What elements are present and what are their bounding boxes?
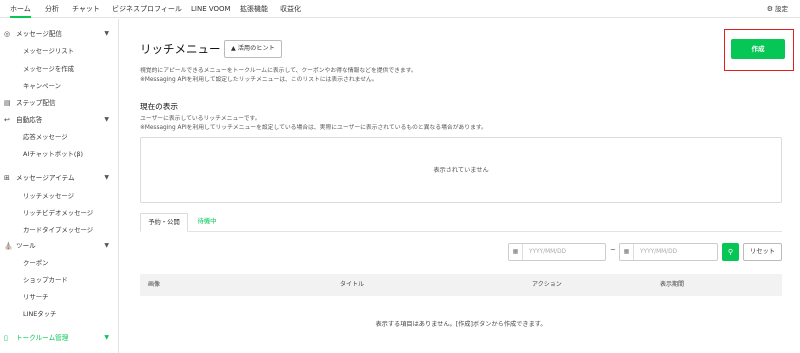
hint-button[interactable]: ▲ 活用のヒント	[224, 40, 282, 58]
settings-link[interactable]: ⚙ 設定	[767, 0, 788, 18]
sidebar-group-label: メッセージ配信	[16, 30, 63, 38]
tab-line-voom[interactable]: LINE VOOM	[191, 0, 231, 18]
search-button[interactable]: ⚲	[722, 243, 739, 261]
sidebar-item-shop-card[interactable]: ショップカード	[23, 273, 68, 287]
sidebar-group-step-delivery[interactable]: ▤ ステップ配信	[0, 96, 118, 110]
tab-extensions[interactable]: 拡張機能	[240, 0, 268, 18]
sidebar-group-message-delivery[interactable]: ◎ メッセージ配信 ▼	[0, 27, 118, 41]
reset-button[interactable]: リセット	[743, 243, 782, 261]
sidebar-item-campaign[interactable]: キャンペーン	[23, 79, 61, 93]
sidebar-group-message-items[interactable]: ⊞ メッセージアイテム ▼	[0, 171, 118, 185]
chevron-down-icon: ▼	[104, 334, 109, 341]
sidebar-item-research[interactable]: リサーチ	[23, 290, 49, 304]
tab-home[interactable]: ホーム	[10, 0, 31, 18]
reply-icon: ↩	[4, 116, 10, 124]
sidebar-item-reply-message[interactable]: 応答メッセージ	[23, 130, 68, 144]
sidebar-item-create-message[interactable]: メッセージを作成	[23, 62, 74, 76]
current-display-box: 表示されていません	[140, 137, 782, 203]
sidebar-group-label: ステップ配信	[16, 99, 56, 107]
step-chart-icon: ▤	[4, 99, 11, 107]
message-icon: ◎	[4, 30, 11, 38]
chevron-down-icon: ▼	[104, 30, 109, 37]
sidebar-item-card-type-message[interactable]: カードタイプメッセージ	[23, 223, 93, 237]
gear-icon: ⚙	[766, 5, 773, 13]
sidebar-item-ai-chatbot[interactable]: AIチャットボット(β)	[23, 147, 83, 161]
date-range-separator: ~	[610, 246, 616, 254]
tab-chat[interactable]: チャット	[72, 0, 100, 18]
column-header-display-period: 表示期間	[660, 281, 685, 288]
sidebar-group-label: メッセージアイテム	[16, 174, 75, 182]
sidebar-group-label: ツール	[16, 242, 36, 250]
section-description: ユーザーに表示しているリッチメニューです。	[140, 116, 261, 122]
search-icon: ⚲	[727, 248, 734, 256]
section-description-note: ※Messaging APIを利用してリッチメニューを設定している場合は、実際に…	[140, 125, 487, 131]
tab-scheduled-published[interactable]: 予約・公開	[140, 213, 188, 232]
sidebar-item-coupon[interactable]: クーポン	[23, 256, 49, 270]
page-description: 視覚的にアピールできるメニューをトークルームに表示して、クーポンやお得な情報など…	[140, 68, 417, 74]
sidebar-group-label: トークルーム管理	[16, 334, 69, 342]
tab-standby[interactable]: 待機中	[188, 213, 226, 232]
sidebar-group-auto-reply[interactable]: ↩ 自動応答 ▼	[0, 113, 118, 127]
date-from-input[interactable]: ▦ YYYY/MM/DD	[508, 243, 606, 261]
sidebar-item-rich-message[interactable]: リッチメッセージ	[23, 189, 74, 203]
date-to-placeholder: YYYY/MM/DD	[640, 249, 678, 255]
empty-state-text: 表示されていません	[433, 167, 489, 174]
section-title-current-display: 現在の表示	[140, 102, 178, 111]
date-to-input[interactable]: ▦ YYYY/MM/DD	[619, 243, 718, 261]
chat-room-icon: ▯	[4, 334, 8, 342]
page-description-note: ※Messaging APIを利用して設定したリッチメニューは、このリストには表…	[140, 77, 378, 83]
chevron-down-icon: ▼	[104, 242, 109, 249]
sidebar: ◎ メッセージ配信 ▼ メッセージリスト メッセージを作成 キャンペーン ▤ ス…	[0, 19, 119, 353]
tab-monetization[interactable]: 収益化	[280, 0, 301, 18]
table-empty-text: 表示する項目はありません。[作成]ボタンから作成できます。	[375, 321, 547, 328]
add-box-icon: ⊞	[4, 174, 10, 182]
column-header-title: タイトル	[340, 281, 365, 288]
calendar-icon: ▦	[620, 244, 634, 260]
create-button[interactable]: 作成	[731, 39, 785, 59]
tab-business-profile[interactable]: ビジネスプロフィール	[112, 0, 182, 18]
status-tabs: 予約・公開 待機中	[140, 213, 782, 232]
tab-analytics[interactable]: 分析	[45, 0, 59, 18]
hint-button-label: 活用のヒント	[237, 45, 275, 52]
chevron-down-icon: ▼	[104, 174, 109, 181]
sidebar-item-line-touch[interactable]: LINEタッチ	[23, 307, 56, 321]
date-from-placeholder: YYYY/MM/DD	[529, 249, 567, 255]
sidebar-item-message-list[interactable]: メッセージリスト	[23, 44, 74, 58]
create-button-highlight: 作成	[724, 29, 794, 71]
column-header-image: 画像	[148, 281, 161, 288]
sidebar-item-rich-video-message[interactable]: リッチビデオメッセージ	[23, 206, 93, 220]
page-title: リッチメニュー	[140, 42, 221, 56]
sidebar-group-label: 自動応答	[16, 116, 43, 124]
calendar-icon: ▦	[509, 244, 523, 260]
top-navigation: ホーム 分析 チャット ビジネスプロフィール LINE VOOM 拡張機能 収益…	[0, 0, 800, 18]
sidebar-group-tools[interactable]: ⛪ ツール ▼	[0, 239, 118, 253]
sidebar-group-chat-room-management[interactable]: ▯ トークルーム管理 ▼	[0, 331, 118, 345]
table-header: 画像 タイトル アクション 表示期間	[140, 274, 782, 296]
settings-label: 設定	[775, 5, 788, 13]
graduation-cap-icon: ▲	[231, 45, 236, 52]
chevron-down-icon: ▼	[104, 116, 109, 123]
store-icon: ⛪	[4, 242, 13, 250]
column-header-action: アクション	[532, 281, 562, 288]
